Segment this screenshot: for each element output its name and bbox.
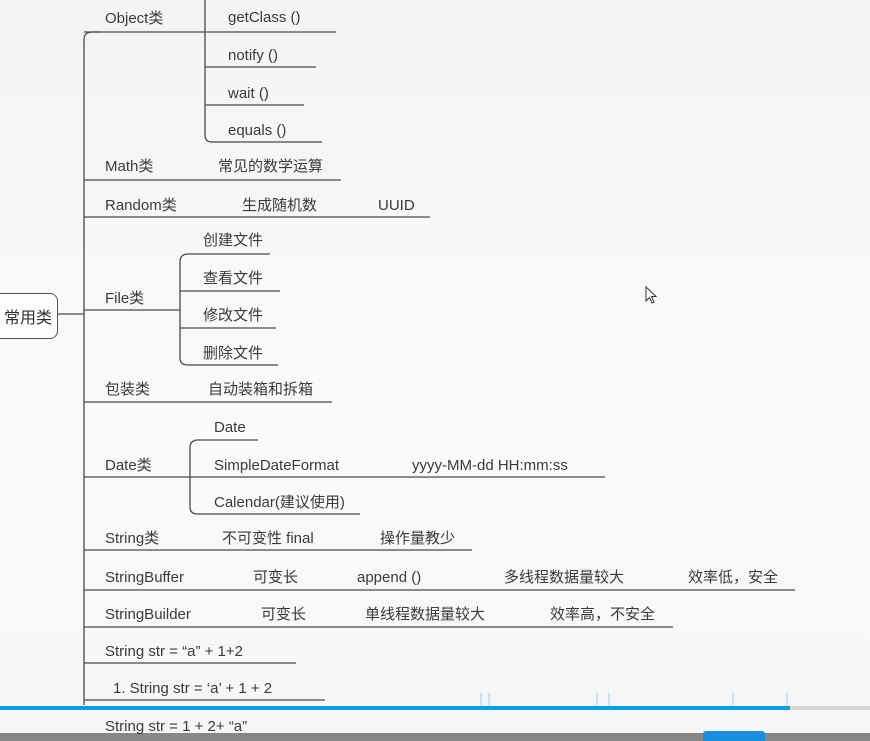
progress-tick bbox=[596, 693, 598, 705]
node-uuid[interactable]: UUID bbox=[378, 197, 415, 215]
node-random-gen[interactable]: 生成随机数 bbox=[242, 197, 317, 215]
node-equals[interactable]: equals () bbox=[228, 122, 286, 140]
node-file-edit[interactable]: 修改文件 bbox=[203, 307, 263, 325]
node-sbld-singlethread[interactable]: 单线程数据量较大 bbox=[365, 606, 485, 624]
node-wrapper[interactable]: 包装类 bbox=[105, 381, 150, 399]
node-sbuf-multithread[interactable]: 多线程数据量较大 bbox=[504, 569, 624, 587]
node-math-ops[interactable]: 常见的数学运算 bbox=[218, 158, 323, 176]
node-stringbuilder[interactable]: StringBuilder bbox=[105, 606, 191, 624]
node-string-final[interactable]: 不可变性 final bbox=[222, 530, 314, 548]
node-notify[interactable]: notify () bbox=[228, 47, 278, 65]
node-file-delete[interactable]: 删除文件 bbox=[203, 345, 263, 363]
mouse-pointer-icon bbox=[645, 286, 658, 304]
node-stringbuffer[interactable]: StringBuffer bbox=[105, 569, 184, 587]
node-getclass[interactable]: getClass () bbox=[228, 9, 301, 27]
progress-tick bbox=[488, 693, 490, 705]
node-wait[interactable]: wait () bbox=[228, 85, 269, 103]
progress-tick bbox=[786, 693, 788, 705]
node-string-ops[interactable]: 操作量教少 bbox=[380, 530, 455, 548]
node-simpledateformat[interactable]: SimpleDateFormat bbox=[214, 457, 339, 475]
node-date-class[interactable]: Date类 bbox=[105, 457, 152, 475]
node-sbuf-mutable[interactable]: 可变长 bbox=[253, 569, 298, 587]
video-progress-track[interactable] bbox=[790, 706, 870, 710]
node-sbld-unsafe[interactable]: 效率高，不安全 bbox=[550, 606, 655, 624]
node-str-example-1[interactable]: String str = “a” + 1+2 bbox=[105, 643, 243, 661]
progress-tick bbox=[608, 693, 610, 705]
node-date-format[interactable]: yyyy-MM-dd HH:mm:ss bbox=[412, 457, 568, 475]
node-random[interactable]: Random类 bbox=[105, 197, 177, 215]
node-file[interactable]: File类 bbox=[105, 290, 144, 308]
node-sbuf-safe[interactable]: 效率低，安全 bbox=[688, 569, 778, 587]
node-file-view[interactable]: 查看文件 bbox=[203, 270, 263, 288]
node-autobox[interactable]: 自动装箱和拆箱 bbox=[208, 381, 313, 399]
progress-tick bbox=[480, 693, 482, 705]
node-sbuf-append[interactable]: append () bbox=[357, 569, 421, 587]
node-calendar[interactable]: Calendar(建议使用) bbox=[214, 494, 345, 512]
trunk-top bbox=[83, 31, 100, 41]
node-object[interactable]: Object类 bbox=[105, 10, 163, 28]
node-file-create[interactable]: 创建文件 bbox=[203, 232, 263, 250]
mindmap-connectors bbox=[58, 0, 795, 705]
node-string[interactable]: String类 bbox=[105, 530, 159, 548]
root-label: 常用类 bbox=[3, 310, 52, 327]
node-date[interactable]: Date bbox=[214, 419, 246, 437]
progress-tick bbox=[732, 693, 734, 705]
root-node[interactable]: 常用类 bbox=[0, 293, 58, 339]
node-math[interactable]: Math类 bbox=[105, 158, 153, 176]
player-action-button[interactable] bbox=[703, 731, 765, 741]
node-sbld-mutable[interactable]: 可变长 bbox=[261, 606, 306, 624]
video-progress-bar[interactable] bbox=[0, 706, 790, 710]
node-str-example-2[interactable]: 1. String str = ‘a’ + 1 + 2 bbox=[113, 680, 272, 698]
